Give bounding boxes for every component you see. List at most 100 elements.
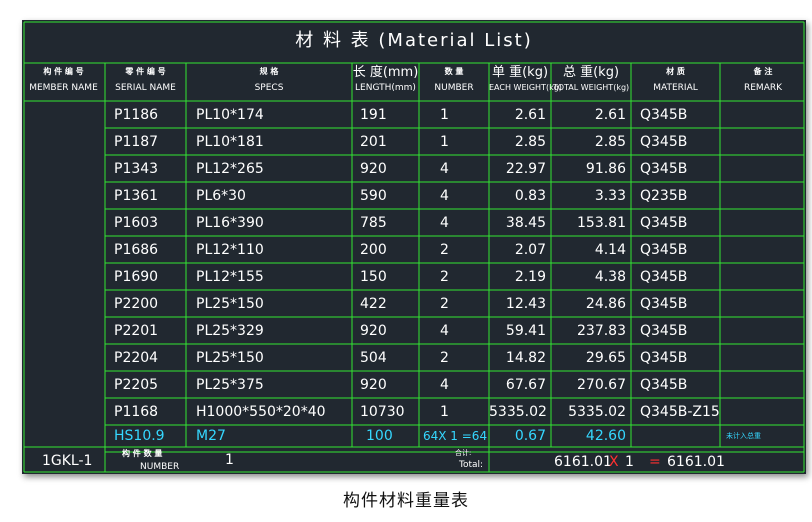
cell-number: 4: [440, 215, 449, 231]
bolt-spec: M27: [196, 428, 226, 444]
footer-sum: 6161.01: [554, 454, 612, 470]
header-remark-cn: 备 注: [753, 67, 773, 76]
cell-each: 2.61: [514, 107, 546, 123]
footer-grand-total: 6161.01: [667, 454, 725, 470]
cell-total: 2.61: [594, 107, 626, 123]
cell-material: Q345B: [640, 323, 688, 339]
cell-spec: PL10*181: [196, 134, 264, 150]
cell-total: 153.81: [577, 215, 626, 231]
cell-total: 4.38: [594, 269, 626, 285]
cell-length: 10730: [360, 404, 405, 420]
footer-member-name: 1GKL-1: [42, 453, 93, 469]
cell-material: Q345B: [640, 134, 688, 150]
header-total-weight-cn: 总 重(kg): [562, 65, 620, 80]
header-each-weight-cn: 单 重(kg): [491, 65, 549, 80]
header-specs-en: SPECS: [254, 83, 284, 93]
footer-total-cn: 合计:: [455, 449, 472, 457]
cell-each: 5335.02: [489, 404, 547, 420]
cell-length: 785: [360, 215, 387, 231]
cell-each: 2.07: [514, 242, 546, 258]
cell-total: 91.86: [585, 161, 626, 177]
header-member-cn: 构 件 编 号: [43, 67, 84, 76]
cell-length: 920: [360, 323, 387, 339]
cell-serial: P1603: [114, 215, 159, 231]
cell-spec: PL10*174: [196, 107, 264, 123]
header-total-weight-en: TOTAL WEIGHT(kg): [552, 83, 630, 92]
footer-number-value: 1: [225, 452, 234, 468]
cell-spec: PL12*110: [196, 242, 264, 258]
header-length-en: LENGTH(mm): [355, 83, 416, 93]
cell-serial: P1690: [114, 269, 159, 285]
cell-each: 22.97: [505, 161, 546, 177]
cell-each: 0.83: [514, 188, 546, 204]
cell-spec: PL25*150: [196, 350, 264, 366]
cell-total: 3.33: [594, 188, 626, 204]
header-member-en: MEMBER NAME: [29, 83, 98, 93]
footer-number-en: NUMBER: [140, 462, 180, 472]
cell-total: 29.65: [585, 350, 626, 366]
cell-total: 2.85: [594, 134, 626, 150]
cell-total: 270.67: [577, 377, 626, 393]
cell-length: 150: [360, 269, 387, 285]
bolt-length: 100: [366, 428, 393, 444]
cell-number: 4: [440, 323, 449, 339]
cell-each: 2.19: [514, 269, 546, 285]
footer-equals-sign: =: [649, 454, 661, 470]
bolt-total-weight: 42.60: [585, 428, 626, 444]
cell-serial: P2201: [114, 323, 159, 339]
cell-number: 1: [440, 404, 449, 420]
header-material-en: MATERIAL: [653, 83, 698, 93]
cell-material: Q345B: [640, 377, 688, 393]
header-serial-en: SERIAL NAME: [115, 83, 176, 93]
cell-serial: P1168: [114, 404, 159, 420]
cell-serial: P2200: [114, 296, 159, 312]
caption: 构件材料重量表: [343, 491, 469, 511]
cell-serial: P1187: [114, 134, 159, 150]
cell-number: 1: [440, 134, 449, 150]
header-each-weight-en: EACH WEIGHT(kg): [489, 83, 562, 92]
cell-length: 422: [360, 296, 387, 312]
bolt-each-weight: 0.67: [514, 428, 546, 444]
cell-length: 590: [360, 188, 387, 204]
cell-spec: PL16*390: [196, 215, 264, 231]
cell-material: Q345B: [640, 296, 688, 312]
cell-number: 2: [440, 242, 449, 258]
cell-each: 2.85: [514, 134, 546, 150]
cell-spec: H1000*550*20*40: [196, 404, 326, 420]
cell-serial: P1343: [114, 161, 159, 177]
material-list-drawing: 材 料 表 (Material List) 构 件 编 号 MEMBER NAM…: [22, 20, 806, 474]
cell-spec: PL25*375: [196, 377, 264, 393]
cell-number: 1: [440, 107, 449, 123]
header-number-en: NUMBER: [434, 83, 474, 93]
cell-serial: P1686: [114, 242, 159, 258]
cell-number: 2: [440, 296, 449, 312]
footer-times-sign: X: [609, 454, 619, 470]
cell-material: Q345B: [640, 161, 688, 177]
cell-number: 4: [440, 161, 449, 177]
cell-total: 5335.02: [568, 404, 626, 420]
cell-serial: P1186: [114, 107, 159, 123]
header-number-cn: 数 量: [444, 67, 464, 76]
cell-number: 2: [440, 350, 449, 366]
cell-length: 920: [360, 377, 387, 393]
bolt-serial: HS10.9: [114, 428, 165, 444]
cell-length: 201: [360, 134, 387, 150]
cell-material: Q345B: [640, 269, 688, 285]
footer-count: 1: [625, 454, 634, 470]
cell-material: Q345B-Z15: [640, 404, 720, 420]
cell-total: 237.83: [577, 323, 626, 339]
cell-material: Q345B: [640, 350, 688, 366]
cell-spec: PL12*155: [196, 269, 264, 285]
cell-each: 14.82: [505, 350, 546, 366]
cell-each: 67.67: [505, 377, 546, 393]
cell-total: 4.14: [594, 242, 626, 258]
footer-number-cn: 构 件 数 量: [122, 449, 163, 458]
header-specs-cn: 规 格: [259, 67, 279, 76]
cell-each: 38.45: [505, 215, 546, 231]
cell-each: 59.41: [505, 323, 546, 339]
cell-material: Q345B: [640, 107, 688, 123]
cell-number: 4: [440, 188, 449, 204]
cell-number: 4: [440, 377, 449, 393]
cell-serial: P2204: [114, 350, 159, 366]
footer-total-en: Total:: [459, 460, 484, 470]
